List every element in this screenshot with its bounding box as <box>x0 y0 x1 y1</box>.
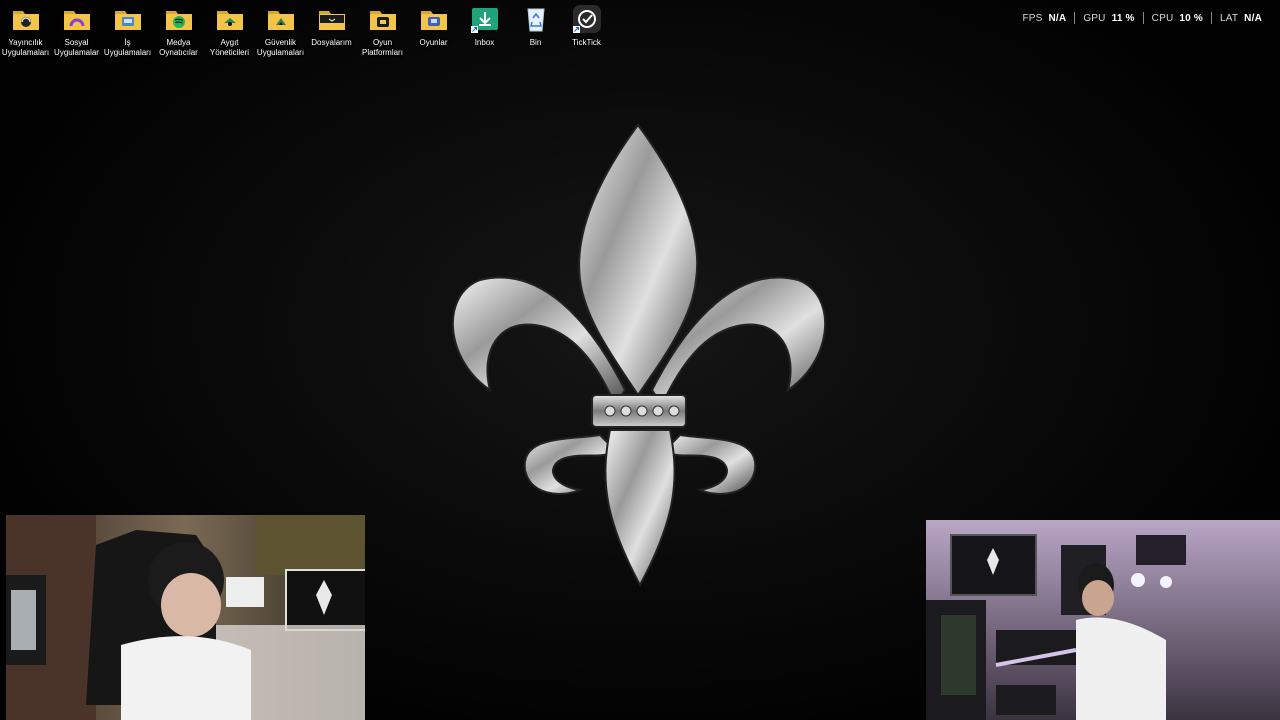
desktop-icon-game-platforms[interactable]: Oyun Platformları <box>357 4 408 58</box>
desktop-icon-work-apps[interactable]: İş Uygulamaları <box>102 4 153 58</box>
folder-media-icon <box>165 11 192 30</box>
ticktick-icon <box>572 5 601 33</box>
desktop-icon-security-apps[interactable]: Güvenlik Uygulamaları <box>255 4 306 58</box>
desktop-icon-media-players[interactable]: Medya Oynatıcılar <box>153 4 204 58</box>
icon-label: Inbox <box>474 38 495 47</box>
webcam-right-image <box>926 520 1280 720</box>
icon-label: Bin <box>529 38 542 47</box>
folder-social-icon <box>63 11 90 30</box>
icon-label: TickTick <box>572 38 601 47</box>
icon-label: Oyunlar <box>419 38 448 47</box>
fleur-de-lis-emblem <box>451 123 827 588</box>
desktop-icon-inbox[interactable]: Inbox <box>459 4 510 58</box>
fps-label: FPS <box>1022 12 1043 24</box>
desktop-wallpaper: Yayıncılık Uygulamaları Sosyal Uygulamal… <box>0 0 1280 720</box>
icon-label: Sosyal Uygulamalar <box>54 38 99 57</box>
cpu-readout: CPU 10 % <box>1144 13 1211 24</box>
icon-label: Oyun Platformları <box>362 38 403 57</box>
desktop-icon-streaming-apps[interactable]: Yayıncılık Uygulamaları <box>0 4 51 58</box>
latency-readout: LAT N/A <box>1212 13 1270 24</box>
performance-overlay: FPS N/A GPU 11 % CPU 10 % LAT N/A <box>1014 12 1270 24</box>
cpu-value: 10 % <box>1179 12 1203 24</box>
gpu-label: GPU <box>1083 12 1106 24</box>
inbox-download-icon <box>470 8 498 33</box>
folder-files-icon <box>318 11 345 30</box>
icon-label: Dosyalarım <box>311 38 352 47</box>
fps-value: N/A <box>1048 12 1067 24</box>
cpu-label: CPU <box>1151 12 1174 24</box>
webcam-left-image <box>6 515 365 720</box>
desktop-icon-recycle-bin[interactable]: Bin <box>510 4 561 58</box>
icon-label: Yayıncılık Uygulamaları <box>1 38 50 57</box>
folder-games-icon <box>420 11 447 30</box>
recycle-bin-icon <box>526 8 545 32</box>
lat-value: N/A <box>1244 12 1262 24</box>
lat-label: LAT <box>1219 12 1239 24</box>
fps-readout: FPS N/A <box>1014 13 1074 24</box>
gpu-readout: GPU 11 % <box>1075 13 1142 24</box>
desktop-icon-device-managers[interactable]: Aygıt Yöneticileri <box>204 4 255 58</box>
icon-label: Güvenlik Uygulamaları <box>256 38 305 57</box>
desktop-icon-social-apps[interactable]: Sosyal Uygulamalar <box>51 4 102 58</box>
webcam-feed-right <box>926 520 1280 720</box>
folder-security-icon <box>267 11 294 30</box>
folder-streaming-icon <box>12 11 39 30</box>
desktop-icon-ticktick[interactable]: TickTick <box>561 4 612 58</box>
folder-device-icon <box>216 11 243 30</box>
desktop-icons: Yayıncılık Uygulamaları Sosyal Uygulamal… <box>0 4 612 58</box>
desktop-icon-my-files[interactable]: Dosyalarım <box>306 4 357 58</box>
folder-work-icon <box>114 11 141 30</box>
icon-label: Aygıt Yöneticileri <box>209 38 250 57</box>
desktop-icon-games[interactable]: Oyunlar <box>408 4 459 58</box>
icon-label: Medya Oynatıcılar <box>159 38 198 57</box>
folder-gaming-platforms-icon <box>369 11 396 30</box>
webcam-feed-left <box>6 515 365 720</box>
icon-label: İş Uygulamaları <box>103 38 152 57</box>
gpu-value: 11 % <box>1111 12 1135 24</box>
